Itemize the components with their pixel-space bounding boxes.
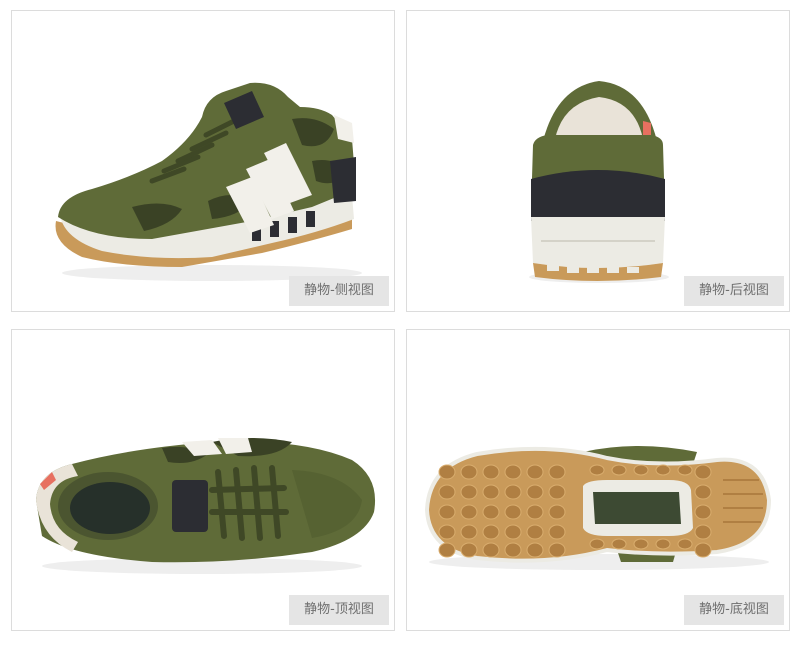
view-caption: 静物-底视图 — [684, 595, 784, 625]
sneaker-side-image — [55, 82, 362, 281]
sneaker-back-image — [529, 81, 669, 283]
view-caption: 静物-后视图 — [684, 276, 784, 306]
product-image-top-view[interactable]: 静物-顶视图 — [11, 329, 395, 631]
view-caption: 静物-侧视图 — [289, 276, 389, 306]
sneaker-bottom-image — [424, 446, 772, 570]
sneaker-top-image — [36, 438, 376, 574]
product-image-bottom-view[interactable]: 静物-底视图 — [406, 329, 790, 631]
view-caption: 静物-顶视图 — [289, 595, 389, 625]
product-image-side-view[interactable]: 静物-侧视图 — [11, 10, 395, 312]
product-image-back-view[interactable]: 静物-后视图 — [406, 10, 790, 312]
